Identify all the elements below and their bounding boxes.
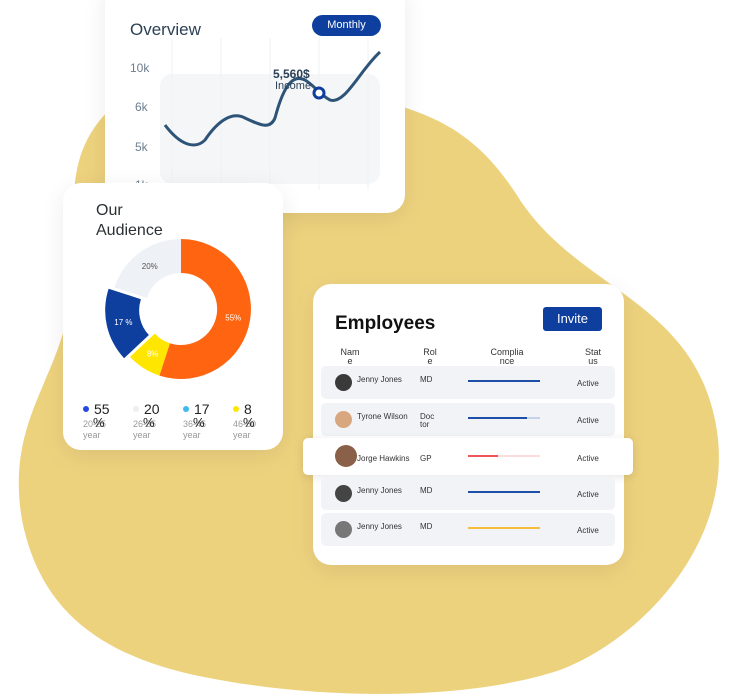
compliance-bar <box>468 417 540 419</box>
legend-percent: % <box>93 415 105 430</box>
employee-name: Jenny Jones <box>357 522 402 531</box>
employee-role: MD <box>420 486 433 495</box>
donut-label: 55% <box>225 313 241 322</box>
avatar <box>335 374 352 391</box>
column-header-name[interactable]: Name <box>339 348 361 366</box>
compliance-bar <box>468 491 540 493</box>
donut-label: 8% <box>147 350 159 359</box>
overview-card: Overview Monthly 10k 6k 5k 1k 5,560$ Inc… <box>105 0 405 213</box>
avatar <box>335 521 352 538</box>
tooltip-label: Income <box>275 80 312 92</box>
avatar <box>335 485 352 502</box>
column-header-role[interactable]: Role <box>423 348 437 366</box>
compliance-bar <box>468 527 540 529</box>
legend-percent: % <box>193 415 205 430</box>
audience-card: Our Audience 55% 8% 17 % 20% 55 20-25 year% 2… <box>63 183 283 450</box>
compliance-bar <box>468 455 540 457</box>
employee-status: Active <box>577 526 599 535</box>
tooltip-value: 5,560$ <box>273 67 310 81</box>
employee-role: GP <box>420 454 432 463</box>
employee-status: Active <box>577 416 599 425</box>
employee-name: Tyrone Wilson <box>357 412 408 421</box>
income-line-chart <box>160 38 382 190</box>
table-row[interactable]: Jenny Jones MD Active <box>321 513 615 546</box>
table-row[interactable]: Jenny Jones MD Active <box>321 366 615 399</box>
table-row[interactable]: Tyrone Wilson Doctor Active <box>321 403 615 436</box>
employee-status: Active <box>577 490 599 499</box>
employee-name: Jenny Jones <box>357 375 402 384</box>
legend-dot <box>133 406 139 412</box>
donut-label: 17 % <box>114 318 132 327</box>
employee-role: MD <box>420 375 433 384</box>
employees-card: Employees Invite Name Role Compliance St… <box>303 284 633 565</box>
audience-donut-chart: 55% 8% 17 % 20% <box>105 239 251 379</box>
employees-title: Employees <box>335 313 436 334</box>
legend-dot <box>233 406 239 412</box>
employee-role: MD <box>420 522 433 531</box>
legend-percent: % <box>143 415 155 430</box>
column-header-status[interactable]: Status <box>585 348 601 366</box>
employee-status: Active <box>577 454 599 463</box>
employee-name: Jorge Hawkins <box>357 454 410 463</box>
avatar <box>335 445 357 467</box>
legend-dot <box>83 406 89 412</box>
avatar <box>335 411 352 428</box>
compliance-bar <box>468 380 540 382</box>
employee-role: Doctor <box>420 412 435 429</box>
donut-label: 20% <box>142 262 158 271</box>
table-row[interactable]: Jenny Jones MD Active <box>321 477 615 510</box>
invite-button[interactable]: Invite <box>543 307 602 331</box>
employee-status: Active <box>577 379 599 388</box>
income-point <box>312 86 326 100</box>
legend-dot <box>183 406 189 412</box>
table-row[interactable]: Jorge Hawkins GP Active <box>303 438 633 475</box>
column-header-compliance[interactable]: Compliance <box>489 348 525 366</box>
legend-percent: % <box>243 415 255 430</box>
employee-name: Jenny Jones <box>357 486 402 495</box>
